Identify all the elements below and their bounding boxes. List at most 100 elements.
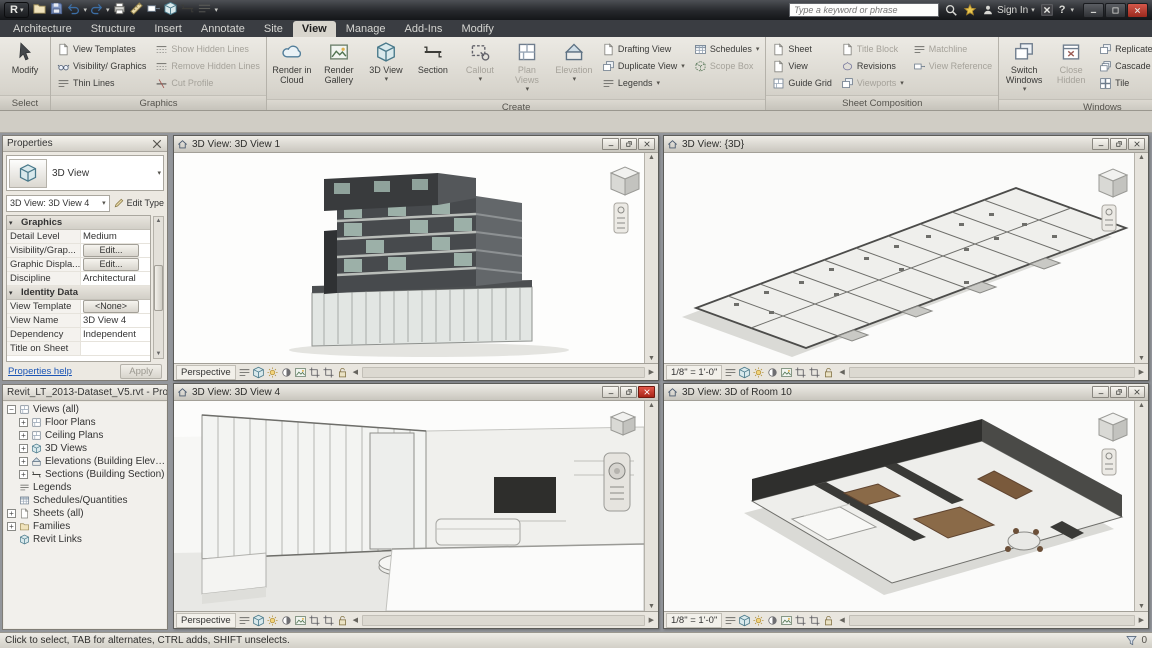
section-button[interactable]: Section [410, 38, 456, 78]
property-value[interactable]: Architectural [81, 272, 150, 285]
view-templates-button[interactable]: View Templates [53, 41, 150, 57]
visual-style-icon[interactable] [252, 614, 265, 627]
property-group-identity-data[interactable]: ▾Identity Data [7, 286, 150, 300]
view-window-titlebar[interactable]: 3D View: {3D} [664, 136, 1148, 153]
help-dropdown-icon[interactable]: ▾ [1070, 6, 1074, 14]
view-window-3d[interactable]: 3D View: {3D} [663, 135, 1149, 381]
tree-expander-icon[interactable]: + [19, 457, 28, 466]
view-window-titlebar[interactable]: 3D View: 3D of Room 10 [664, 384, 1148, 401]
help-icon[interactable]: ? [1059, 4, 1066, 16]
property-value[interactable]: <None> [81, 300, 150, 313]
tree-expander-icon[interactable]: + [19, 431, 28, 440]
sun-path-icon[interactable] [752, 366, 765, 379]
crop-view-icon[interactable] [794, 366, 807, 379]
render-in-cloud-button[interactable]: Render in Cloud [269, 38, 315, 88]
panel-label-graphics[interactable]: Graphics [51, 95, 266, 110]
show-crop-icon[interactable] [808, 366, 821, 379]
panel-label-create[interactable]: Create [267, 99, 765, 111]
undo-dropdown-icon[interactable]: ▾ [83, 6, 87, 14]
project-browser-header[interactable]: Revit_LT_2013-Dataset_V5.rvt - Proje... [3, 385, 167, 401]
qat-print-button[interactable] [112, 1, 127, 19]
edit-type-button[interactable]: Edit Type [113, 197, 164, 209]
tile-button[interactable]: Tile [1095, 75, 1152, 91]
tab-insert[interactable]: Insert [145, 21, 191, 37]
property-value[interactable]: Edit... [81, 258, 150, 271]
qat-customize-icon[interactable]: ▾ [215, 6, 219, 14]
crop-view-icon[interactable] [794, 614, 807, 627]
view-vertical-scrollbar[interactable]: ▲▼ [644, 401, 658, 611]
tab-annotate[interactable]: Annotate [192, 21, 254, 37]
qat-save-button[interactable] [49, 1, 64, 19]
shadows-icon[interactable] [280, 614, 293, 627]
qat-undo-button[interactable] [66, 1, 81, 19]
scroll-right-icon[interactable]: ▶ [1137, 368, 1146, 376]
render-dialog-icon[interactable] [294, 366, 307, 379]
scroll-right-icon[interactable]: ▶ [647, 368, 656, 376]
thin-lines-button[interactable]: Thin Lines [53, 75, 150, 91]
property-value[interactable]: Independent [81, 328, 150, 341]
view-horizontal-scrollbar[interactable] [362, 367, 645, 378]
render-dialog-icon[interactable] [294, 614, 307, 627]
apply-button[interactable]: Apply [120, 364, 162, 379]
tree-expander-icon[interactable]: + [19, 470, 28, 479]
close-hidden-button[interactable]: Close Hidden [1048, 38, 1094, 88]
view-window-titlebar[interactable]: 3D View: 3D View 1 [174, 136, 658, 153]
drafting-view-button[interactable]: Drafting View [598, 41, 689, 57]
scrollbar-thumb[interactable] [154, 265, 163, 311]
property-value[interactable]: Medium [81, 230, 150, 243]
show-crop-icon[interactable] [322, 614, 335, 627]
sign-in-button[interactable]: Sign In ▾ [982, 4, 1035, 16]
render-gallery-button[interactable]: Render Gallery [316, 38, 362, 88]
callout-button[interactable]: Callout▾ [457, 38, 503, 88]
view-window-3d-of-room-10[interactable]: 3D View: 3D of Room 10 [663, 383, 1149, 629]
redo-dropdown-icon[interactable]: ▾ [106, 6, 110, 14]
visual-style-icon[interactable] [738, 614, 751, 627]
browser-item-views-all[interactable]: −Views (all) [4, 403, 166, 416]
matchline-button[interactable]: Matchline [909, 41, 996, 57]
visual-style-icon[interactable] [738, 366, 751, 379]
replicate-button[interactable]: Replicate [1095, 41, 1152, 57]
visibility-graphics-button[interactable]: Visibility/ Graphics [53, 58, 150, 74]
restore-button[interactable] [1110, 386, 1127, 398]
shadows-icon[interactable] [280, 366, 293, 379]
view-scale-button[interactable]: Perspective [176, 365, 236, 380]
view-template-value-button[interactable]: <None> [83, 300, 139, 313]
view-vertical-scrollbar[interactable]: ▲▼ [1134, 153, 1148, 363]
sun-path-icon[interactable] [266, 366, 279, 379]
close-button[interactable] [1128, 386, 1145, 398]
close-button[interactable] [638, 138, 655, 150]
tab-add-ins[interactable]: Add-Ins [396, 21, 452, 37]
detail-level-icon[interactable] [238, 366, 251, 379]
qat-tag-button[interactable] [146, 1, 161, 19]
collapse-icon[interactable]: ▾ [9, 219, 13, 227]
search-input[interactable] [789, 3, 939, 17]
view-window-titlebar[interactable]: 3D View: 3D View 4 [174, 384, 658, 401]
tree-expander-icon[interactable]: + [19, 418, 28, 427]
panel-label-windows[interactable]: Windows [999, 99, 1152, 111]
tab-structure[interactable]: Structure [82, 21, 145, 37]
view-canvas-exterior[interactable] [174, 153, 644, 363]
detail-level-icon[interactable] [724, 366, 737, 379]
qat-default-3d-view-button[interactable] [163, 1, 178, 19]
property-value[interactable]: Edit... [81, 244, 150, 257]
collapse-icon[interactable]: ▾ [9, 289, 13, 297]
maximize-window-button[interactable] [1105, 3, 1126, 18]
browser-item-elevations-building-elevation[interactable]: +Elevations (Building Elevation) [4, 455, 166, 468]
filter-icon[interactable] [1125, 634, 1138, 647]
view-canvas-axon-room[interactable] [664, 401, 1134, 611]
minimize-button[interactable] [1092, 138, 1109, 150]
show-hidden-lines-button[interactable]: Show Hidden Lines [151, 41, 264, 57]
close-window-button[interactable] [1127, 3, 1148, 18]
visibility-grap-value-button[interactable]: Edit... [83, 244, 139, 257]
browser-item-families[interactable]: +Families [4, 520, 166, 533]
view-reference-button[interactable]: View Reference [909, 58, 996, 74]
scroll-left-icon[interactable]: ◀ [351, 616, 360, 624]
minimize-button[interactable] [1092, 386, 1109, 398]
view-scale-button[interactable]: 1/8" = 1'-0" [666, 365, 722, 380]
type-selector-dropdown-icon[interactable]: ▾ [157, 169, 161, 177]
view-vertical-scrollbar[interactable]: ▲▼ [644, 153, 658, 363]
properties-scrollbar[interactable]: ▲ ▼ [153, 216, 164, 359]
tab-site[interactable]: Site [255, 21, 292, 37]
view-horizontal-scrollbar[interactable] [849, 367, 1135, 378]
view-window-3d-view-1[interactable]: 3D View: 3D View 1 [173, 135, 659, 381]
